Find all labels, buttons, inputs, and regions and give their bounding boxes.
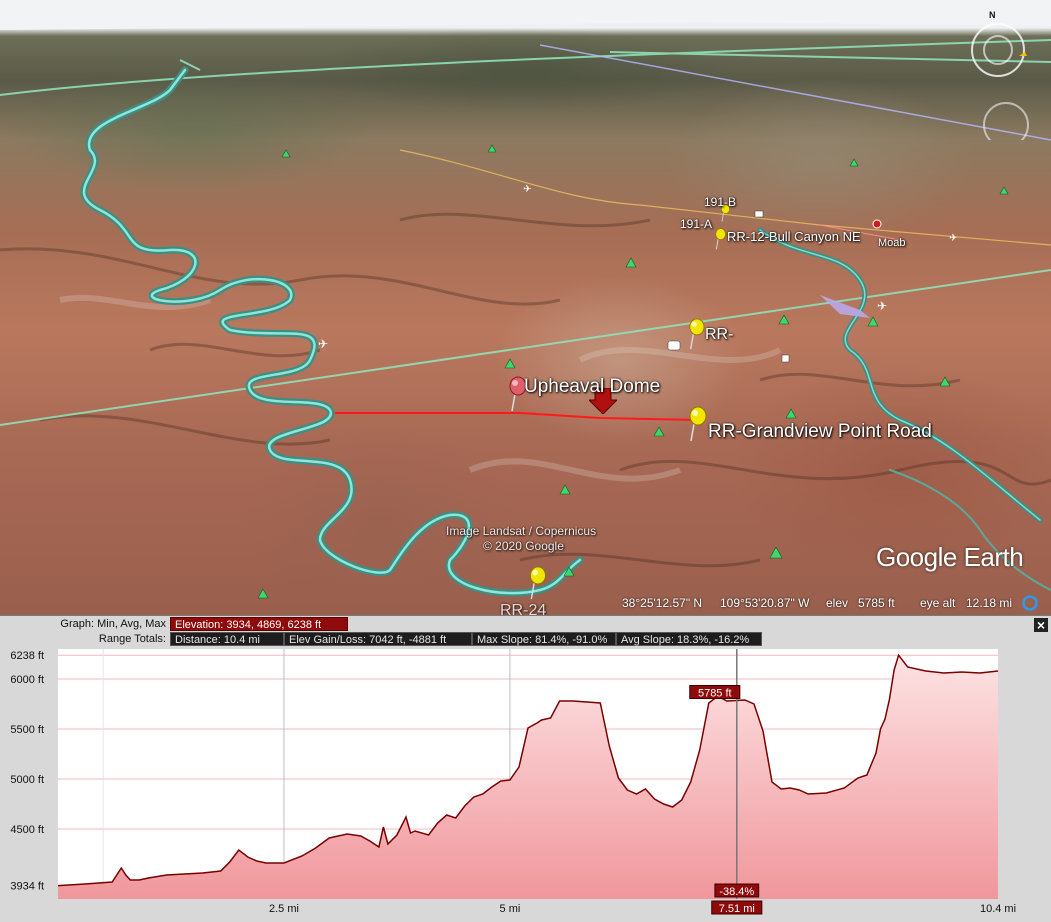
terrain-overlay: ✈ ✈ ✈ ✈ xyxy=(0,0,1051,599)
yellow-pushpin-icon[interactable] xyxy=(686,318,706,350)
svg-text:✈: ✈ xyxy=(523,184,531,195)
graph-stats-row: Graph: Min, Avg, Max Elevation: 3934, 48… xyxy=(0,617,1051,632)
y-tick-label: 5000 ft xyxy=(10,774,44,786)
yellow-pushpin-icon[interactable] xyxy=(713,228,727,250)
placemark-label-grandview[interactable]: RR-Grandview Point Road xyxy=(708,421,932,443)
elevation-profile-panel: Graph: Min, Avg, Max Elevation: 3934, 48… xyxy=(0,615,1051,922)
elevation-profile-chart[interactable]: 5785 ft -38.4% 7.51 mi 3934 ft 4500 ft 5000 … xyxy=(0,646,1051,922)
svg-text:✈: ✈ xyxy=(877,299,887,313)
y-tick-label: 6238 ft xyxy=(10,650,44,662)
streaming-progress-icon xyxy=(1022,595,1038,611)
distance-stat: Distance: 10.4 mi xyxy=(170,632,284,646)
svg-text:✈: ✈ xyxy=(949,233,957,244)
elev-gain-loss-stat: Elev Gain/Loss: 7042 ft, -4881 ft xyxy=(284,632,472,646)
y-tick-label: 4500 ft xyxy=(10,824,44,836)
cursor-distance-label: 7.51 mi xyxy=(719,903,755,915)
status-eye-alt-label: eye alt xyxy=(920,596,956,610)
y-tick-label: 3934 ft xyxy=(10,881,44,893)
graph-label: Graph: Min, Avg, Max xyxy=(60,618,166,630)
placemark-label-rr[interactable]: RR- xyxy=(705,326,733,344)
placemark-label-rr24[interactable]: RR-24 xyxy=(500,602,546,615)
route-line xyxy=(335,412,701,421)
elevation-stat: Elevation: 3934, 4869, 6238 ft xyxy=(170,617,348,631)
imagery-attribution: Image Landsat / Copernicus xyxy=(446,524,597,538)
svg-text:✈: ✈ xyxy=(318,337,328,351)
status-elev-label: elev xyxy=(826,596,849,610)
avg-slope-stat: Avg Slope: 18.3%, -16.2% xyxy=(616,632,762,646)
range-totals-row: Range Totals: Distance: 10.4 mi Elev Gai… xyxy=(0,632,1051,647)
placemark-label-bull-canyon[interactable]: RR-12-Bull Canyon NE xyxy=(727,229,861,244)
status-elev-value: 5785 ft xyxy=(858,596,895,610)
map-viewport[interactable]: ✈ ✈ ✈ ✈ Upheaval Dome RR-Grandview Point… xyxy=(0,0,1051,615)
max-slope-stat: Max Slope: 81.4%, -91.0% xyxy=(472,632,616,646)
status-eye-alt-value: 12.18 mi xyxy=(966,596,1013,610)
copyright-attribution: © 2020 Google xyxy=(483,539,564,553)
google-earth-logo: Google Earth xyxy=(876,542,1024,572)
placemark-label-191b[interactable]: 191-B xyxy=(704,195,736,209)
x-tick-label: 5 mi xyxy=(500,903,521,915)
y-tick-label: 6000 ft xyxy=(10,674,44,686)
status-latitude: 38°25'12.57" N xyxy=(622,596,703,610)
close-panel-button[interactable]: × xyxy=(1034,618,1048,632)
placemark-label-upheaval-dome[interactable]: Upheaval Dome xyxy=(524,376,660,398)
north-indicator: N xyxy=(989,10,996,20)
status-longitude: 109°53'20.87" W xyxy=(720,596,810,610)
x-tick-label: 2.5 mi xyxy=(269,903,299,915)
placemark-label-191a[interactable]: 191-A xyxy=(680,217,712,231)
cursor-elevation-label: 5785 ft xyxy=(698,688,732,700)
yellow-pushpin-icon[interactable] xyxy=(526,566,548,600)
y-tick-label: 5500 ft xyxy=(10,724,44,736)
range-totals-label: Range Totals: xyxy=(98,633,166,645)
cursor-slope-label: -38.4% xyxy=(719,886,754,898)
town-label-moab[interactable]: Moab xyxy=(878,237,906,249)
navigation-compass-icon[interactable] xyxy=(966,20,1046,140)
x-tick-label: 10.4 mi xyxy=(980,903,1016,915)
yellow-pushpin-icon[interactable] xyxy=(686,406,708,442)
